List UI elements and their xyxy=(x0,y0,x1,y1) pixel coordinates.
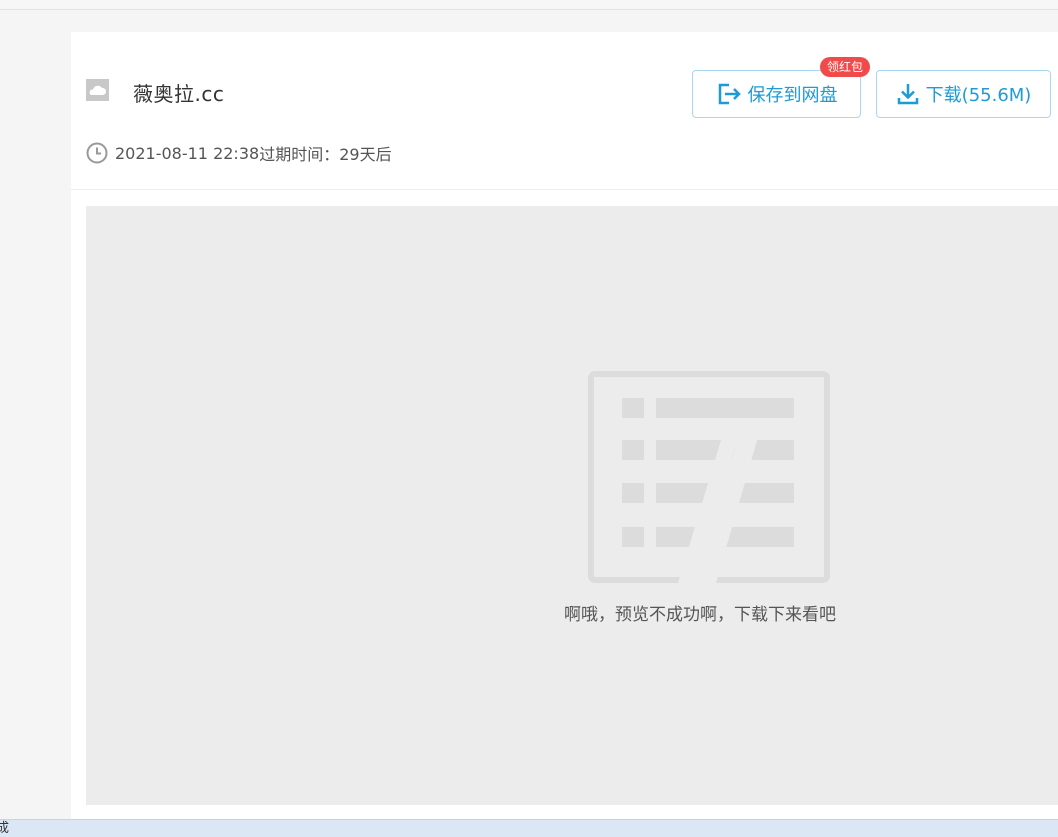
header-divider xyxy=(71,189,1058,190)
file-name: 薇奥拉.cc xyxy=(133,82,225,106)
download-icon xyxy=(897,84,918,105)
upload-date: 2021-08-11 22:38 xyxy=(115,143,260,163)
file-meta: 2021-08-11 22:38 过期时间： 29天后 xyxy=(85,141,392,165)
status-text: 成 xyxy=(0,821,9,836)
cloud-file-icon xyxy=(86,79,109,102)
clock-icon xyxy=(86,142,108,164)
browser-status-bar: 成 xyxy=(0,819,1058,837)
save-icon xyxy=(718,83,741,105)
download-button[interactable]: 下载(55.6M) xyxy=(876,70,1051,118)
preview-area: 啊哦，预览不成功啊，下载下来看吧 xyxy=(86,206,1058,805)
download-label: 下载(55.6M) xyxy=(925,85,1032,106)
preview-failed-icon xyxy=(588,371,830,583)
top-divider xyxy=(0,0,1058,10)
save-to-cloud-button[interactable]: 保存到网盘 xyxy=(692,70,861,118)
save-to-cloud-label: 保存到网盘 xyxy=(747,85,838,106)
file-card: 薇奥拉.cc 2021-08-11 22:38 过期时间： 29天后 保存到网盘… xyxy=(71,32,1058,820)
expire-label: 过期时间： xyxy=(259,145,340,164)
preview-failed-message: 啊哦，预览不成功啊，下载下来看吧 xyxy=(564,605,836,625)
expire-value: 29天后 xyxy=(339,145,392,164)
red-packet-badge[interactable]: 领红包 xyxy=(820,57,871,77)
